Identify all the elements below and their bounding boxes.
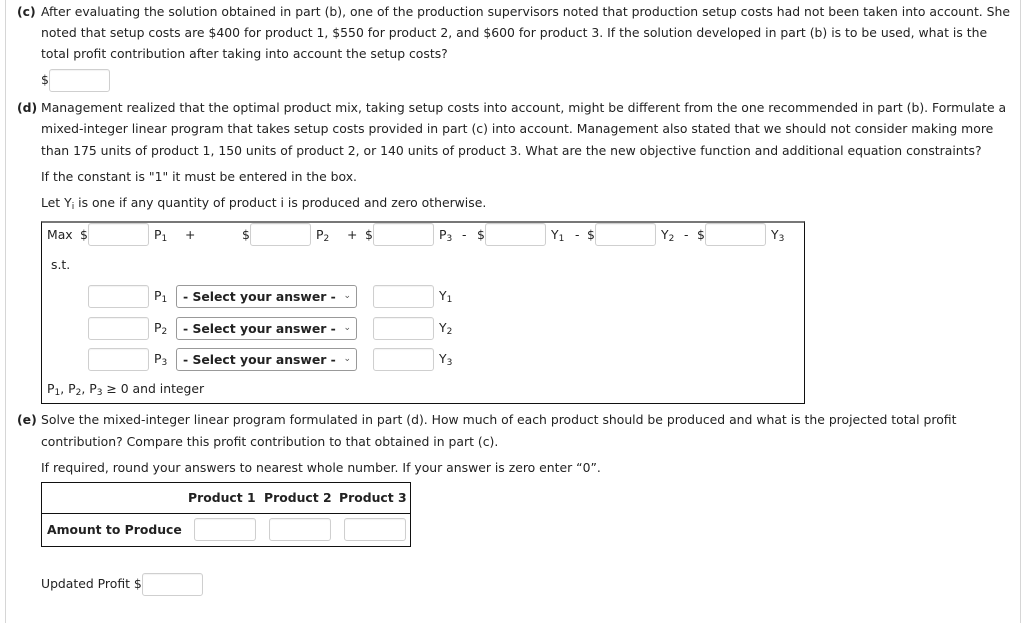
part-c-label: (c) — [17, 4, 36, 19]
updated-profit-input[interactable] — [142, 573, 203, 596]
objective-coef-p1-input[interactable] — [88, 223, 149, 246]
constraint-3-relation-select[interactable]: - Select your answer - ⌄ — [176, 348, 357, 371]
max-label: Max — [47, 227, 73, 242]
currency-sign: $ — [365, 227, 373, 242]
part-d-text-line: Management realized that the optimal pro… — [41, 100, 1007, 115]
constraint-1-rhs-input[interactable] — [373, 285, 434, 308]
objective-coef-p2-input[interactable] — [250, 223, 311, 246]
constraint-2-rhs-var: Y2 — [439, 320, 453, 337]
part-d-text-line: mixed-integer linear program that takes … — [41, 121, 994, 136]
constraint-2-var: P2 — [154, 320, 168, 337]
objective-coef-p3-input[interactable] — [373, 223, 434, 246]
constraint-1-var: P1 — [154, 288, 168, 305]
chevron-down-icon: ⌄ — [343, 354, 351, 364]
constraint-3-coef-input[interactable] — [88, 348, 149, 371]
updated-profit-label: Updated Profit $ — [41, 576, 142, 591]
part-c-profit-input[interactable] — [49, 69, 110, 92]
part-e-text-line: Solve the mixed-integer linear program f… — [41, 412, 957, 427]
yi-definition-note: Let Yi is one if any quantity of product… — [41, 195, 487, 212]
minus-sign: - — [462, 227, 467, 242]
currency-sign: $ — [697, 227, 705, 242]
currency-sign: $ — [587, 227, 595, 242]
currency-sign: $ — [242, 227, 250, 242]
table-row-label: Amount to Produce — [47, 522, 182, 537]
constraint-2-relation-select[interactable]: - Select your answer - ⌄ — [176, 317, 357, 340]
constraint-1-rhs-var: Y1 — [439, 288, 453, 305]
amount-product-2-input[interactable] — [269, 518, 331, 541]
part-d-label: (d) — [17, 100, 38, 115]
constraint-1-relation-select[interactable]: - Select your answer - ⌄ — [176, 285, 357, 308]
constraint-3-var: P3 — [154, 351, 168, 368]
amount-product-1-input[interactable] — [194, 518, 256, 541]
part-c-text-line: After evaluating the solution obtained i… — [41, 4, 1011, 19]
table-header-product-1: Product 1 — [188, 490, 256, 505]
rounding-note: If required, round your answers to neare… — [41, 460, 601, 475]
table-header-product-3: Product 3 — [339, 490, 407, 505]
part-d-text-line: than 175 units of product 1, 150 units o… — [41, 143, 982, 158]
constraint-2-rhs-input[interactable] — [373, 317, 434, 340]
part-e-text-line: contribution? Compare this profit contri… — [41, 434, 499, 449]
subject-to-label: s.t. — [51, 257, 71, 272]
objective-coef-y1-input[interactable] — [485, 223, 546, 246]
chevron-down-icon: ⌄ — [343, 291, 351, 301]
table-divider — [42, 513, 410, 514]
objective-coef-y3-input[interactable] — [705, 223, 766, 246]
minus-sign: - — [575, 227, 580, 242]
constraint-3-rhs-var: Y3 — [439, 351, 453, 368]
objective-var-p3: P3 — [439, 227, 453, 244]
objective-var-y2: Y2 — [661, 227, 675, 244]
objective-var-p1: P1 — [154, 227, 168, 244]
objective-coef-y2-input[interactable] — [595, 223, 656, 246]
chevron-down-icon: ⌄ — [343, 323, 351, 333]
minus-sign: - — [684, 227, 689, 242]
part-e-label: (e) — [17, 412, 37, 427]
plus-sign: + — [185, 227, 196, 242]
currency-sign: $ — [477, 227, 485, 242]
nonnegativity-constraint: P1, P2, P3 ≥ 0 and integer — [47, 381, 205, 398]
objective-var-y1: Y1 — [551, 227, 565, 244]
part-c-currency: $ — [41, 72, 49, 87]
constraint-2-coef-input[interactable] — [88, 317, 149, 340]
constraint-1-coef-input[interactable] — [88, 285, 149, 308]
amount-product-3-input[interactable] — [344, 518, 406, 541]
currency-sign: $ — [80, 227, 88, 242]
table-header-product-2: Product 2 — [264, 490, 332, 505]
objective-var-y3: Y3 — [771, 227, 785, 244]
constant-note: If the constant is "1" it must be entere… — [41, 169, 357, 184]
part-c-text-line: total profit contribution after taking i… — [41, 46, 448, 61]
constraint-3-rhs-input[interactable] — [373, 348, 434, 371]
part-c-text-line: noted that setup costs are $400 for prod… — [41, 25, 988, 40]
plus-sign: + — [347, 227, 358, 242]
objective-var-p2: P2 — [316, 227, 330, 244]
